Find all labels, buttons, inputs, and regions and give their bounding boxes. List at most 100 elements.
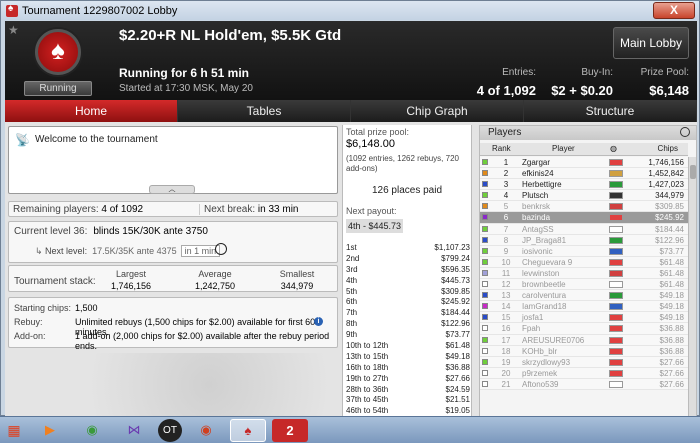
- player-color-icon: [482, 170, 488, 177]
- payout-amount: $184.44: [441, 308, 470, 318]
- entries-value: 4 of 1,092: [476, 83, 536, 98]
- country-header-icon[interactable]: ◍: [610, 143, 617, 155]
- player-chips: $27.66: [659, 357, 684, 367]
- player-row[interactable]: 21 Aftono539 $27.66: [480, 378, 688, 390]
- player-name: AntagSS: [522, 224, 554, 234]
- player-name: KOHb_blr: [522, 346, 558, 356]
- average-label: Average: [198, 269, 232, 279]
- player-row[interactable]: 9 iosivonic $73.77: [480, 245, 688, 257]
- player-name: iosivonic: [522, 246, 553, 256]
- payout-row: 3rd $596.35: [346, 265, 470, 276]
- player-chips: 1,427,023: [648, 180, 684, 190]
- payout-amount: $21.51: [445, 395, 470, 405]
- chips-header[interactable]: Chips: [658, 143, 678, 155]
- player-name: carolventura: [522, 291, 567, 301]
- buyin-label: Buy-In:: [581, 67, 613, 78]
- player-row[interactable]: 17 AREUSURE0706 $36.88: [480, 334, 688, 346]
- tab-structure[interactable]: Structure: [524, 100, 697, 122]
- running-time: Running for 6 h 51 min: [119, 66, 250, 80]
- country-flag-icon: [609, 214, 623, 222]
- favorite-star-icon[interactable]: ★: [8, 23, 19, 37]
- player-color-icon: [482, 325, 488, 332]
- player-row[interactable]: 3 Herbettigre 1,427,023: [480, 179, 688, 191]
- payout-place: 7th: [346, 308, 358, 318]
- player-row[interactable]: 14 IamGrand18 $49.18: [480, 301, 688, 313]
- player-row[interactable]: 8 JP_Braga81 $122.96: [480, 234, 688, 246]
- player-rank: 6: [503, 213, 509, 223]
- player-name: benkrsk: [522, 202, 551, 212]
- player-row[interactable]: 7 AntagSS $184.44: [480, 223, 688, 235]
- players-scrollbar[interactable]: [688, 157, 696, 416]
- addon-value: 1 add-on (2,000 chips for $2.00) availab…: [75, 331, 330, 351]
- player-row[interactable]: 11 levwinston $61.48: [480, 267, 688, 280]
- player-row[interactable]: 1 Zgargar 1,746,156: [480, 157, 688, 169]
- player-chips: $61.48: [659, 268, 684, 278]
- payout-place: 19th to 27th: [346, 373, 389, 383]
- players-panel: Players Rank Player ◍ Chips 1 Zgargar 1,74…: [479, 125, 697, 417]
- payout-amount: $1,107.23: [434, 243, 470, 252]
- country-flag-icon: [609, 369, 623, 377]
- largest-label: Largest: [115, 269, 147, 279]
- country-flag-icon: [609, 325, 623, 333]
- player-row[interactable]: 12 brownbeetle $61.48: [480, 279, 688, 291]
- start-button[interactable]: ▦: [2, 419, 26, 442]
- search-icon[interactable]: [680, 127, 690, 137]
- player-rank: 12: [501, 280, 511, 290]
- country-flag-icon: [609, 247, 623, 255]
- player-row[interactable]: 2 efkinis24 1,452,842: [480, 168, 688, 180]
- app-2-icon[interactable]: 2: [272, 418, 308, 442]
- buyin-value: $2 + $0.20: [551, 83, 613, 98]
- info-column: 📡 Welcome to the tournament ︿ Remaining …: [8, 125, 341, 417]
- payout-place: 6th: [346, 297, 358, 307]
- tab-chip-graph[interactable]: Chip Graph: [351, 100, 524, 122]
- pokerstars-taskbar-icon[interactable]: ♠: [230, 418, 266, 442]
- next-break-value: in 33 min: [257, 204, 299, 215]
- payout-amount: $27.66: [445, 373, 470, 383]
- payout-place: 8th: [346, 319, 358, 329]
- player-name: Fpah: [522, 324, 541, 334]
- info-icon[interactable]: i: [314, 317, 323, 326]
- rebuy-label: Rebuy:: [14, 317, 43, 327]
- country-flag-icon: [609, 292, 623, 300]
- tab-tables[interactable]: Tables: [178, 100, 351, 122]
- taskbar: ▦ ▶ ◉ ⋈ OT ◉ ♠ 2: [0, 416, 700, 443]
- tournament-header: ★ ♠ Running $2.20+R NL Hold'em, $5.5K Gt…: [5, 21, 697, 100]
- country-flag-icon: [609, 281, 623, 289]
- payout-place: 3rd: [346, 264, 358, 274]
- player-rank: 10: [501, 257, 511, 267]
- media-player-icon[interactable]: ▶: [32, 419, 68, 442]
- player-color-icon: [482, 159, 488, 165]
- player-row[interactable]: 19 skrzydlowy93 $27.66: [480, 356, 688, 368]
- player-row[interactable]: 16 Fpah $36.88: [480, 323, 688, 335]
- main-lobby-button[interactable]: Main Lobby: [613, 27, 689, 59]
- player-rank: 11: [501, 268, 511, 278]
- player-row[interactable]: 6 bazinda $245.92: [480, 212, 688, 224]
- player-header[interactable]: Player: [552, 143, 575, 155]
- payout-place: 1st: [346, 243, 357, 252]
- player-rank: 4: [503, 191, 509, 201]
- chrome-icon-2[interactable]: ◉: [188, 419, 224, 442]
- tab-home[interactable]: Home: [5, 100, 178, 122]
- player-chips: $49.18: [659, 313, 684, 323]
- player-row[interactable]: 15 josfa1 $49.18: [480, 312, 688, 324]
- player-chips: $184.44: [655, 224, 684, 234]
- opera-tablet-icon[interactable]: OT: [158, 418, 182, 442]
- payout-place: 16th to 18th: [346, 362, 389, 372]
- player-row[interactable]: 10 Cheguevara 9 $61.48: [480, 256, 688, 268]
- player-color-icon: [482, 380, 488, 387]
- welcome-message: Welcome to the tournament: [35, 134, 158, 145]
- country-flag-icon: [609, 236, 623, 244]
- close-button[interactable]: X: [653, 2, 695, 19]
- visual-studio-icon[interactable]: ⋈: [116, 419, 152, 442]
- pokerstars-logo: ♠ Running: [21, 25, 95, 99]
- player-row[interactable]: 4 Plutsch 344,979: [480, 190, 688, 202]
- player-row[interactable]: 5 benkrsk $309.85: [480, 201, 688, 213]
- rank-header[interactable]: Rank: [492, 143, 511, 155]
- average-value: 1,242,750: [194, 281, 236, 291]
- player-row[interactable]: 20 p9rzemek $27.66: [480, 367, 688, 379]
- starting-chips-value: 1,500: [75, 303, 98, 313]
- player-row[interactable]: 18 KOHb_blr $36.88: [480, 345, 688, 357]
- chrome-icon[interactable]: ◉: [74, 419, 110, 442]
- player-row[interactable]: 13 carolventura $49.18: [480, 290, 688, 302]
- collapse-button[interactable]: ︿: [149, 185, 195, 194]
